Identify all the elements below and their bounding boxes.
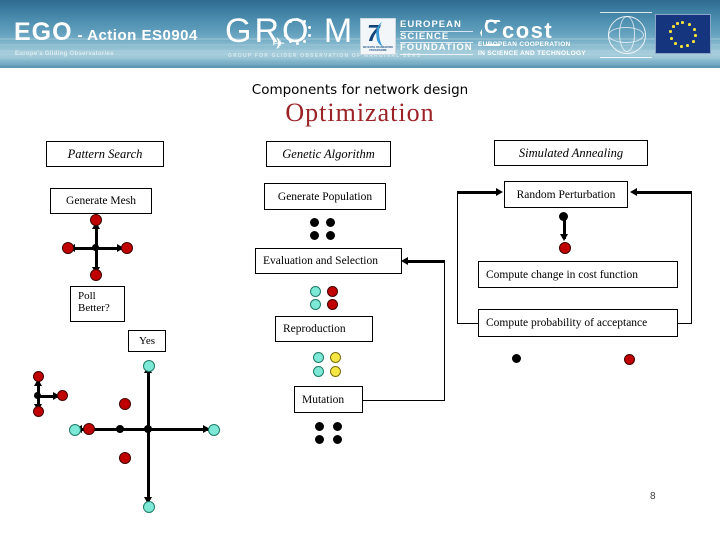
box-generate-population[interactable]: Generate Population [264, 183, 386, 210]
sa-left-loop-arrow [496, 188, 503, 196]
ga-loop-top-segment [408, 260, 445, 263]
ga-loop-right-segment [444, 261, 445, 401]
box-compute-change-in-cost-function[interactable]: Compute change in cost function [478, 261, 678, 288]
ga-repro-dot-teal-2 [313, 366, 324, 377]
sa-dot-end [559, 242, 571, 254]
box-random-perturbation[interactable]: Random Perturbation [504, 181, 628, 208]
box-reproduction[interactable]: Reproduction [275, 316, 373, 342]
slide-subtitle: Components for network design [251, 82, 469, 98]
page-number: 8 [650, 491, 656, 502]
box-poll-better[interactable]: Poll Better? [70, 286, 125, 322]
ga-eval-dot-red-1 [327, 286, 338, 297]
big-cross-dot-left [69, 424, 81, 436]
header-simulated-annealing: Simulated Annealing [494, 140, 648, 166]
ego-title: EGO [14, 18, 73, 46]
ga-repro-dot-teal-1 [313, 352, 324, 363]
big-cross-dot-bottom [143, 501, 155, 513]
sa-right-loop-bottom [676, 323, 692, 324]
header-banner: EGO - Action ES0904 Europe's Gliding Obs… [0, 0, 720, 68]
mini-star-dot-bottom [33, 406, 44, 417]
big-cross-dot-right [208, 424, 220, 436]
header-genetic-algorithm: Genetic Algorithm [266, 141, 391, 167]
sa-right-loop-arrow [630, 188, 637, 196]
sa-bottom-dot-red [624, 354, 635, 365]
glider-plane-icon: ✈ [272, 36, 286, 53]
box-yes[interactable]: Yes [128, 330, 166, 352]
big-cross-extra-dot-upper [119, 398, 131, 410]
sa-left-loop-vertical [457, 192, 458, 324]
big-cross-extra-dot-left [83, 423, 95, 435]
box-compute-probability-of-acceptance[interactable]: Compute probability of acceptance [478, 309, 678, 337]
cost-letter: C [484, 17, 498, 38]
ga-eval-dot-teal-2 [310, 299, 321, 310]
ga-repro-dot-yellow-1 [330, 352, 341, 363]
ga-mut-dot-4 [333, 435, 342, 444]
poll-dot-left [62, 242, 74, 254]
ga-mut-dot-3 [315, 435, 324, 444]
sa-left-loop-top [457, 191, 497, 194]
fp7-caption: SEVENTH FRAMEWORK PROGRAMME [362, 46, 394, 53]
ga-pop-dot-4 [326, 231, 335, 240]
globe-icon [608, 16, 646, 54]
cost-subtitle: EUROPEAN COOPERATION IN SCIENCE AND TECH… [478, 41, 586, 58]
esf-logo: EUROPEAN SCIENCE FOUNDATION [400, 19, 473, 55]
ga-pop-dot-1 [310, 218, 319, 227]
poll-dot-right [121, 242, 133, 254]
mini-star-dot-top [33, 371, 44, 382]
sa-bottom-dot-black [512, 354, 521, 363]
eu-flag-icon [655, 14, 711, 54]
cost-subtitle-line-1: EUROPEAN COOPERATION [478, 41, 571, 48]
box-evaluation-and-selection[interactable]: Evaluation and Selection [255, 248, 402, 274]
banner-wave [0, 63, 720, 65]
header-pattern-search: Pattern Search [46, 141, 164, 167]
ego-logo: EGO - Action ES0904 [14, 18, 198, 47]
poll-better-line-1: Poll [78, 290, 96, 302]
fp7-logo: 7 SEVENTH FRAMEWORK PROGRAMME [360, 18, 396, 55]
poll-dot-top [90, 214, 102, 226]
ga-loop-arrow-into-evaluation [401, 257, 408, 265]
ego-tagline: Europe's Gliding Observatories [15, 51, 114, 57]
ga-eval-dot-teal-1 [310, 286, 321, 297]
ga-mut-dot-1 [315, 422, 324, 431]
sa-dot-start [559, 212, 568, 221]
ga-repro-dot-yellow-2 [330, 366, 341, 377]
big-cross-vertical [147, 366, 150, 504]
sa-right-loop-top [637, 191, 692, 194]
mini-star-dot-right [57, 390, 68, 401]
ga-pop-dot-2 [326, 218, 335, 227]
esf-line-1: EUROPEAN [400, 19, 473, 32]
poll-center-dot [92, 244, 99, 251]
box-generate-mesh[interactable]: Generate Mesh [50, 188, 152, 214]
big-cross-dot-top [143, 360, 155, 372]
page-title: Optimization [285, 98, 435, 127]
sa-right-loop-vertical [691, 192, 692, 324]
mini-star-center-dot [34, 392, 41, 399]
big-cross-extra-dot-lower [119, 452, 131, 464]
big-cross-mid-dot [116, 425, 124, 433]
ga-pop-dot-3 [310, 231, 319, 240]
sa-arrow-down [560, 234, 568, 241]
ga-mut-dot-2 [333, 422, 342, 431]
ga-eval-dot-red-2 [327, 299, 338, 310]
big-cross-horizontal [75, 428, 210, 431]
ego-action-label: - Action ES0904 [77, 27, 198, 44]
box-mutation[interactable]: Mutation [294, 386, 363, 413]
poll-dot-bottom [90, 269, 102, 281]
esf-line-3: FOUNDATION [400, 42, 473, 55]
sa-left-loop-bottom [457, 323, 480, 324]
big-cross-center-dot [144, 425, 152, 433]
ga-loop-bottom-segment [363, 400, 445, 401]
cost-subtitle-line-2: IN SCIENCE AND TECHNOLOGY [478, 49, 587, 57]
poll-better-line-2: Better? [78, 302, 110, 314]
